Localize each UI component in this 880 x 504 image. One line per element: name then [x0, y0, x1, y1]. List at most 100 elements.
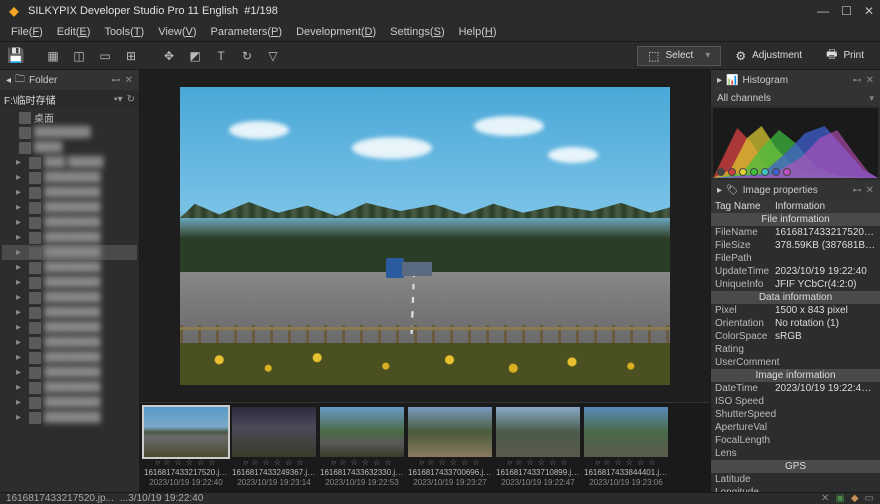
folder-panel: ◂ 🗀 Folder ⊷ ✕ F:\临时存储 ▪▾ ↻ 桌面██████████…: [0, 70, 140, 492]
menubar: File(F)Edit(E)Tools(T)View(V)Parameters(…: [0, 22, 880, 42]
thumbnail-view-icon[interactable]: ▦: [42, 46, 64, 66]
status-panel-icon[interactable]: ▭: [865, 493, 874, 504]
select-icon: ⬚: [648, 49, 659, 63]
hist-dot-blue[interactable]: [772, 168, 780, 176]
pin-icon[interactable]: ⊷: [853, 75, 862, 86]
tree-item[interactable]: ████████: [2, 125, 137, 140]
tree-item[interactable]: ▸████████: [2, 320, 137, 335]
tree-item[interactable]: ▸████████: [2, 245, 137, 260]
rotate-icon[interactable]: ↻: [236, 46, 258, 66]
main-preview-image: [180, 87, 670, 385]
menu-edit[interactable]: Edit(E): [50, 24, 98, 40]
tree-item[interactable]: ▸████████: [2, 200, 137, 215]
tree-item[interactable]: ▸████████: [2, 410, 137, 425]
print-button[interactable]: 🖶 Print: [816, 46, 874, 66]
tree-item[interactable]: ▸████████: [2, 260, 137, 275]
panel-expand-icon[interactable]: ▸: [717, 185, 722, 196]
tree-item[interactable]: ▸████████: [2, 170, 137, 185]
menu-settings[interactable]: Settings(S): [383, 24, 451, 40]
tree-item[interactable]: ▸████████: [2, 380, 137, 395]
combination-view-icon[interactable]: ◫: [68, 46, 90, 66]
tree-item[interactable]: ▸████████: [2, 230, 137, 245]
histogram-panel-header: ▸ 📊 Histogram ⊷ ✕: [711, 70, 880, 90]
text-tool-icon[interactable]: T: [210, 46, 232, 66]
tree-item[interactable]: ▸████████: [2, 290, 137, 305]
folder-dropdown-icon[interactable]: ▪▾: [114, 94, 123, 105]
crop-icon[interactable]: ◩: [184, 46, 206, 66]
close-panel-icon[interactable]: ✕: [866, 185, 874, 196]
multi-preview-icon[interactable]: ⊞: [120, 46, 142, 66]
histogram-channel-selector[interactable]: All channels ▾: [711, 90, 880, 106]
hist-dot-red[interactable]: [728, 168, 736, 176]
folder-refresh-icon[interactable]: ↻: [127, 94, 135, 105]
image-properties-title: Image properties: [743, 185, 849, 196]
folder-panel-header: ◂ 🗀 Folder ⊷ ✕: [0, 70, 139, 90]
tree-item[interactable]: ▸████████: [2, 305, 137, 320]
hist-dot-green[interactable]: [750, 168, 758, 176]
thumbnail[interactable]: ○☆ ☆ ☆ ☆ ☆1616817433217520.jp...2023/10/…: [144, 407, 228, 488]
properties-icon: 🏷: [726, 185, 739, 196]
panel-expand-icon[interactable]: ▸: [717, 75, 722, 86]
tree-item[interactable]: ▸████████: [2, 365, 137, 380]
develop-save-button[interactable]: 💾: [6, 46, 26, 66]
menu-file[interactable]: File(F): [4, 24, 50, 40]
tree-item[interactable]: ▸████████: [2, 275, 137, 290]
menu-tools[interactable]: Tools(T): [97, 24, 151, 40]
filter-icon[interactable]: ▽: [262, 46, 284, 66]
status-dev-icon[interactable]: ◆: [851, 493, 859, 504]
close-panel-icon[interactable]: ✕: [866, 75, 874, 86]
tree-item[interactable]: ▸████████: [2, 185, 137, 200]
tree-item[interactable]: ▸████████: [2, 335, 137, 350]
tree-item[interactable]: ▸████████: [2, 350, 137, 365]
folder-icon: 🗀: [15, 72, 25, 89]
hist-dot-cyan[interactable]: [761, 168, 769, 176]
thumbnail[interactable]: ○☆ ☆ ☆ ☆ ☆1616817433844401.jp...2023/10/…: [584, 407, 668, 488]
histogram-title: Histogram: [742, 75, 848, 86]
menu-help[interactable]: Help(H): [452, 24, 504, 40]
panel-collapse-icon[interactable]: ◂: [6, 75, 11, 86]
tree-item[interactable]: ████: [2, 140, 137, 155]
folder-panel-title: Folder: [29, 75, 108, 86]
right-panel: ▸ 📊 Histogram ⊷ ✕ All channels ▾: [710, 70, 880, 492]
thumbnail[interactable]: ○☆ ☆ ☆ ☆ ☆1616817433710899.jp...2023/10/…: [496, 407, 580, 488]
minimize-button[interactable]: —: [817, 4, 829, 18]
close-panel-icon[interactable]: ✕: [125, 75, 133, 86]
preview-view-icon[interactable]: ▭: [94, 46, 116, 66]
navigation-icon[interactable]: ✥: [158, 46, 180, 66]
hist-dot-yellow[interactable]: [739, 168, 747, 176]
pin-icon[interactable]: ⊷: [853, 185, 862, 196]
status-ok-icon[interactable]: ▣: [835, 493, 844, 504]
preview-area[interactable]: [140, 70, 710, 402]
close-window-button[interactable]: ✕: [864, 4, 874, 18]
menu-view[interactable]: View(V): [151, 24, 203, 40]
section-gps: GPS: [711, 460, 880, 473]
section-data-info: Data information: [711, 291, 880, 304]
select-mode-button[interactable]: ⬚ Select ▾: [637, 46, 721, 66]
section-image-info: Image information: [711, 369, 880, 382]
tree-item[interactable]: ▸████████: [2, 215, 137, 230]
hist-dot-luminance[interactable]: [717, 168, 725, 176]
menu-parameters[interactable]: Parameters(P): [204, 24, 290, 40]
print-icon: 🖶: [826, 45, 837, 66]
window-title: SILKYPIX Developer Studio Pro 11 English…: [28, 5, 811, 17]
adjustment-icon: ⚙: [735, 49, 746, 63]
tree-item[interactable]: ▸████████: [2, 395, 137, 410]
status-datetime: ...3/10/19 19:22:40: [120, 493, 203, 504]
thumbnail[interactable]: ○☆ ☆ ☆ ☆ ☆1616817433249367.jp...2023/10/…: [232, 407, 316, 488]
image-properties-header: ▸ 🏷 Image properties ⊷ ✕: [711, 180, 880, 200]
thumbnail[interactable]: ○☆ ☆ ☆ ☆ ☆1616817433700696.jp...2023/10/…: [408, 407, 492, 488]
menu-development[interactable]: Development(D): [289, 24, 383, 40]
filmstrip: ○☆ ☆ ☆ ☆ ☆1616817433217520.jp...2023/10/…: [140, 402, 710, 492]
status-warning-icon[interactable]: ✕: [821, 493, 829, 504]
pin-icon[interactable]: ⊷: [112, 75, 121, 86]
folder-path-bar: F:\临时存储 ▪▾ ↻: [0, 90, 139, 108]
thumbnail[interactable]: ○☆ ☆ ☆ ☆ ☆1616817433632330.jp...2023/10/…: [320, 407, 404, 488]
adjustment-mode-button[interactable]: ⚙ Adjustment: [725, 46, 812, 66]
titlebar: ◆ SILKYPIX Developer Studio Pro 11 Engli…: [0, 0, 880, 22]
histogram-display: [713, 108, 878, 178]
tree-item[interactable]: 桌面: [2, 110, 137, 125]
folder-tree: 桌面████████████▸███ █████▸████████▸██████…: [0, 108, 139, 492]
maximize-button[interactable]: ☐: [841, 4, 852, 18]
tree-item[interactable]: ▸███ █████: [2, 155, 137, 170]
hist-dot-magenta[interactable]: [783, 168, 791, 176]
